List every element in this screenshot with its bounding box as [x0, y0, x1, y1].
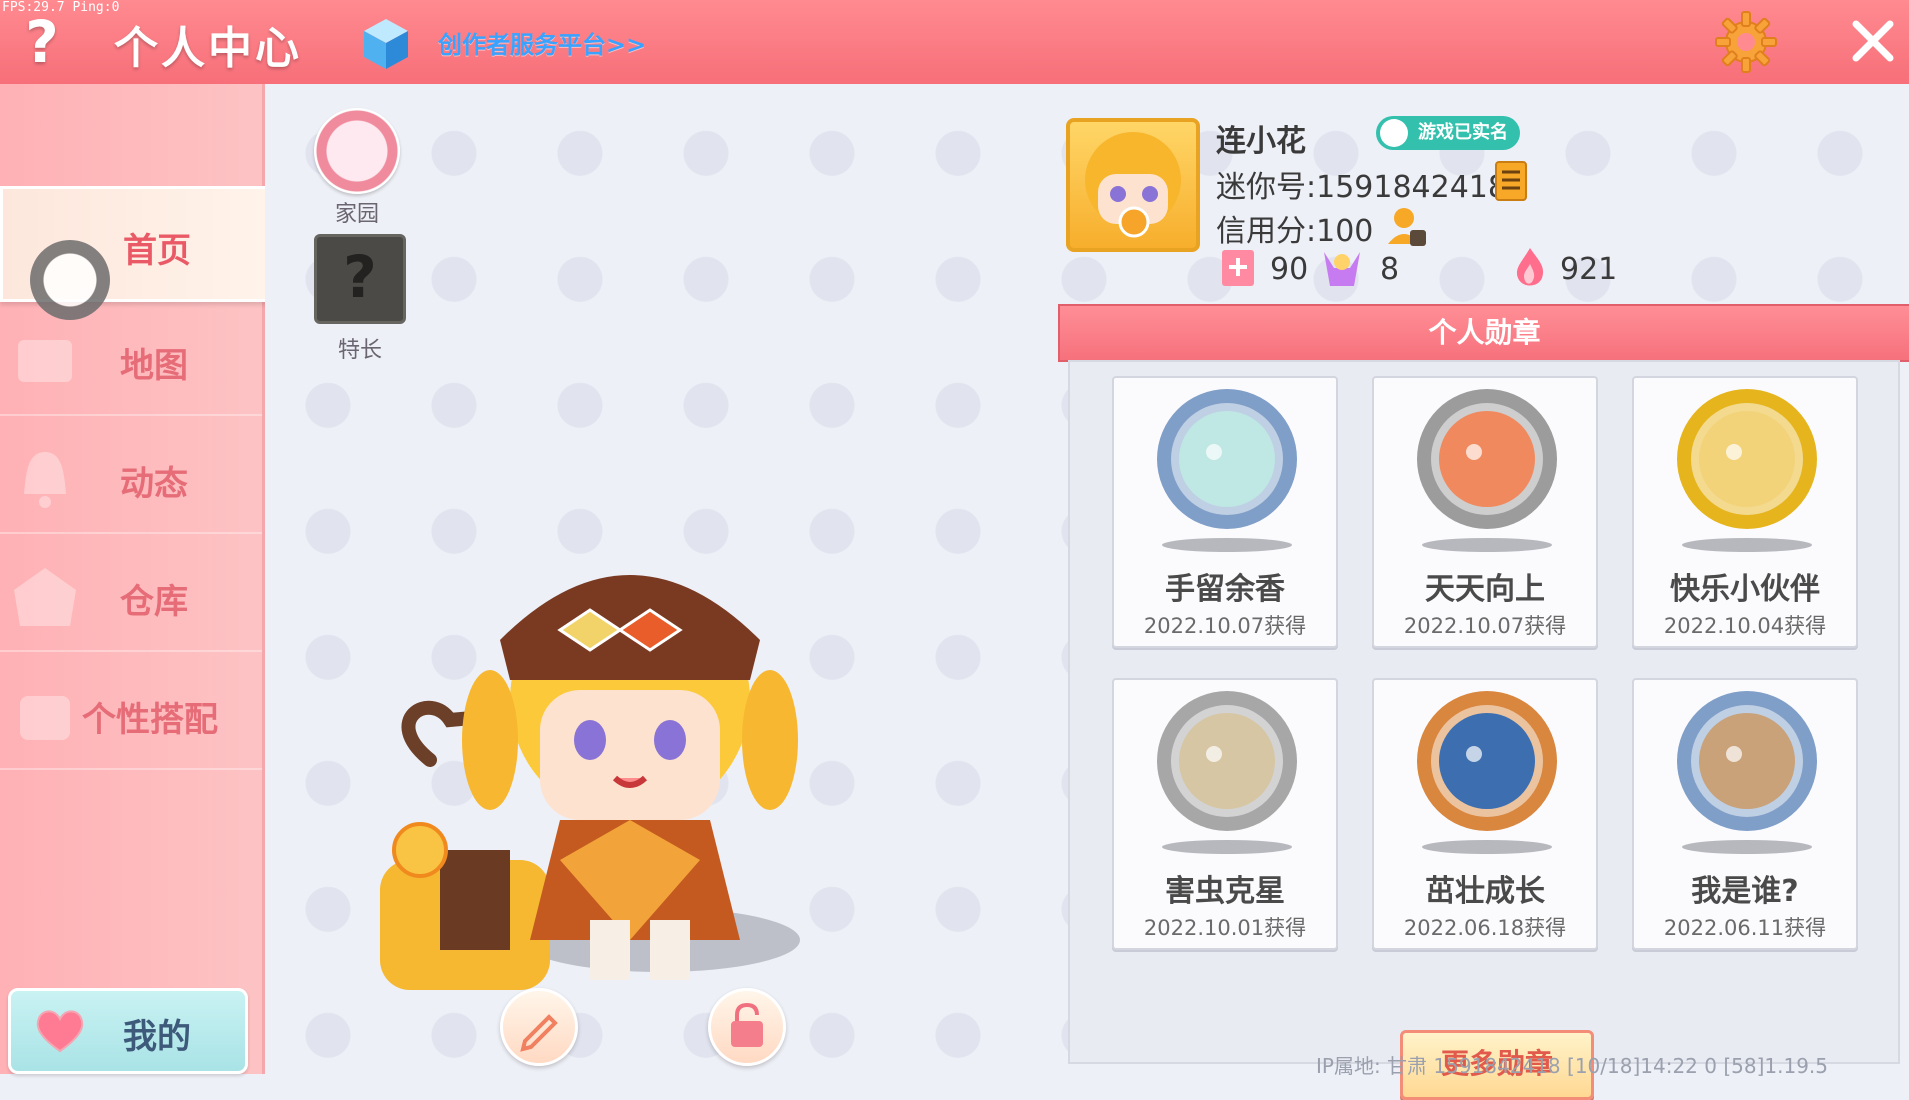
sidebar-item-map[interactable]: 地图 — [0, 304, 262, 416]
gear-icon[interactable] — [1714, 10, 1778, 74]
medal-date: 2022.06.18获得 — [1403, 916, 1567, 940]
flag-icon — [1222, 250, 1254, 286]
medal-card[interactable]: 我是谁? 2022.06.11获得 — [1632, 678, 1858, 950]
sidebar-item-outfit[interactable]: 个性搭配 — [0, 658, 262, 770]
stat-popularity: 921 — [1560, 252, 1618, 287]
medal-badge-icon — [1417, 389, 1557, 529]
sidebar-item-warehouse[interactable]: 仓库 — [0, 540, 262, 652]
nickname: 连小花 — [1216, 124, 1306, 159]
medal-date: 2022.10.07获得 — [1403, 614, 1567, 638]
medal-shadow — [1162, 538, 1292, 552]
medal-name: 手留余香 — [1165, 572, 1285, 607]
medal-shadow — [1422, 538, 1552, 552]
medal-card[interactable]: 茁壮成长 2022.06.18获得 — [1372, 678, 1598, 950]
edit-pencil-button[interactable] — [500, 988, 578, 1066]
sidebar-item-label: 仓库 — [120, 582, 188, 622]
medal-date: 2022.10.01获得 — [1143, 916, 1307, 940]
mine-button[interactable]: 我的 — [8, 988, 248, 1074]
credit-user-icon[interactable] — [1384, 204, 1428, 248]
lock-icon — [731, 1002, 763, 1047]
sidebar-item-label: 个性搭配 — [82, 700, 218, 740]
stat-cheers: 8 — [1380, 252, 1400, 287]
medal-badge-icon — [1677, 691, 1817, 831]
user-verified-icon — [1380, 119, 1408, 147]
outfit-icon — [20, 696, 70, 740]
sidebar: 首页 地图 动态 仓库 个性搭配 我的 — [0, 84, 268, 1074]
medal-name: 害虫克星 — [1165, 874, 1285, 909]
map-icon — [18, 340, 72, 382]
skill-label: 特长 — [337, 338, 382, 363]
medal-shadow — [1682, 538, 1812, 552]
ip-location-info: IP属地: 甘肃 1591842418 [10/18]14:22 0 [58]1… — [1316, 1054, 1829, 1078]
medal-shadow — [1682, 840, 1812, 854]
house-icon — [314, 108, 400, 194]
medal-name: 快乐小伙伴 — [1670, 572, 1820, 607]
medal-name: 茁壮成长 — [1425, 874, 1545, 909]
profile-avatar[interactable] — [1066, 118, 1200, 252]
medal-card[interactable]: 快乐小伙伴 2022.10.04获得 — [1632, 376, 1858, 648]
verified-badge: 游戏已实名 — [1376, 116, 1520, 150]
medal-card[interactable]: 天天向上 2022.10.07获得 — [1372, 376, 1598, 648]
touch-indicator — [30, 240, 110, 320]
bell-icon — [24, 452, 66, 508]
warehouse-icon — [14, 568, 76, 626]
medal-badge-icon — [1157, 389, 1297, 529]
heart-icon — [36, 1010, 84, 1053]
medal-name: 我是谁? — [1691, 874, 1799, 909]
medal-card[interactable]: 害虫克星 2022.10.01获得 — [1112, 678, 1338, 950]
close-icon[interactable] — [1848, 16, 1898, 66]
medal-card[interactable]: 手留余香 2022.10.07获得 — [1112, 376, 1338, 648]
medal-badge-icon — [1417, 691, 1557, 831]
home-label: 家园 — [334, 202, 379, 227]
flame-icon — [1516, 248, 1544, 286]
home-button[interactable]: 家园 — [314, 108, 400, 228]
medal-panel: 个人勋章 手留余香 2022.10.07获得 天天向上 2022.10.07获得 快乐小… — [1058, 304, 1909, 1100]
medal-grid: 手留余香 2022.10.07获得 天天向上 2022.10.07获得 快乐小伙伴 202… — [1068, 360, 1900, 1100]
page-title: 个人中心 — [114, 23, 302, 74]
lock-button[interactable] — [708, 988, 786, 1066]
mine-label: 我的 — [123, 1017, 191, 1057]
medal-date: 2022.06.11获得 — [1663, 916, 1827, 940]
sidebar-item-label: 地图 — [120, 346, 188, 386]
skill-button[interactable]: ? 特长 — [314, 234, 406, 364]
medal-header: 个人勋章 — [1058, 304, 1909, 362]
cube-icon[interactable] — [362, 17, 410, 71]
sidebar-item-label: 动态 — [120, 464, 188, 504]
medal-badge-icon — [1677, 389, 1817, 529]
sidebar-item-feed[interactable]: 动态 — [0, 422, 262, 534]
stat-flags: 90 — [1270, 252, 1309, 287]
pencil-icon — [520, 1014, 558, 1052]
credit-score: 信用分:100 — [1216, 214, 1374, 249]
copy-icon[interactable] — [1490, 160, 1530, 204]
verified-badge-label: 游戏已实名 — [1418, 122, 1508, 143]
sidebar-item-label: 首页 — [123, 231, 191, 271]
cheer-icon — [1324, 252, 1360, 286]
medal-name: 天天向上 — [1425, 572, 1545, 607]
help-button[interactable]: ? — [18, 8, 66, 76]
player-avatar-character — [380, 575, 800, 990]
top-bar: FPS:29.7 Ping:0 ? 个人中心 创作者服务平台>> — [0, 0, 1909, 84]
mini-id: 迷你号:1591842418 — [1216, 170, 1507, 205]
medal-shadow — [1422, 840, 1552, 854]
medal-badge-icon — [1157, 691, 1297, 831]
mystery-box-icon: ? — [314, 234, 406, 324]
medal-shadow — [1162, 840, 1292, 854]
creator-platform-link[interactable]: 创作者服务平台>> — [438, 25, 646, 60]
medal-date: 2022.10.04获得 — [1663, 614, 1827, 638]
medal-date: 2022.10.07获得 — [1143, 614, 1307, 638]
